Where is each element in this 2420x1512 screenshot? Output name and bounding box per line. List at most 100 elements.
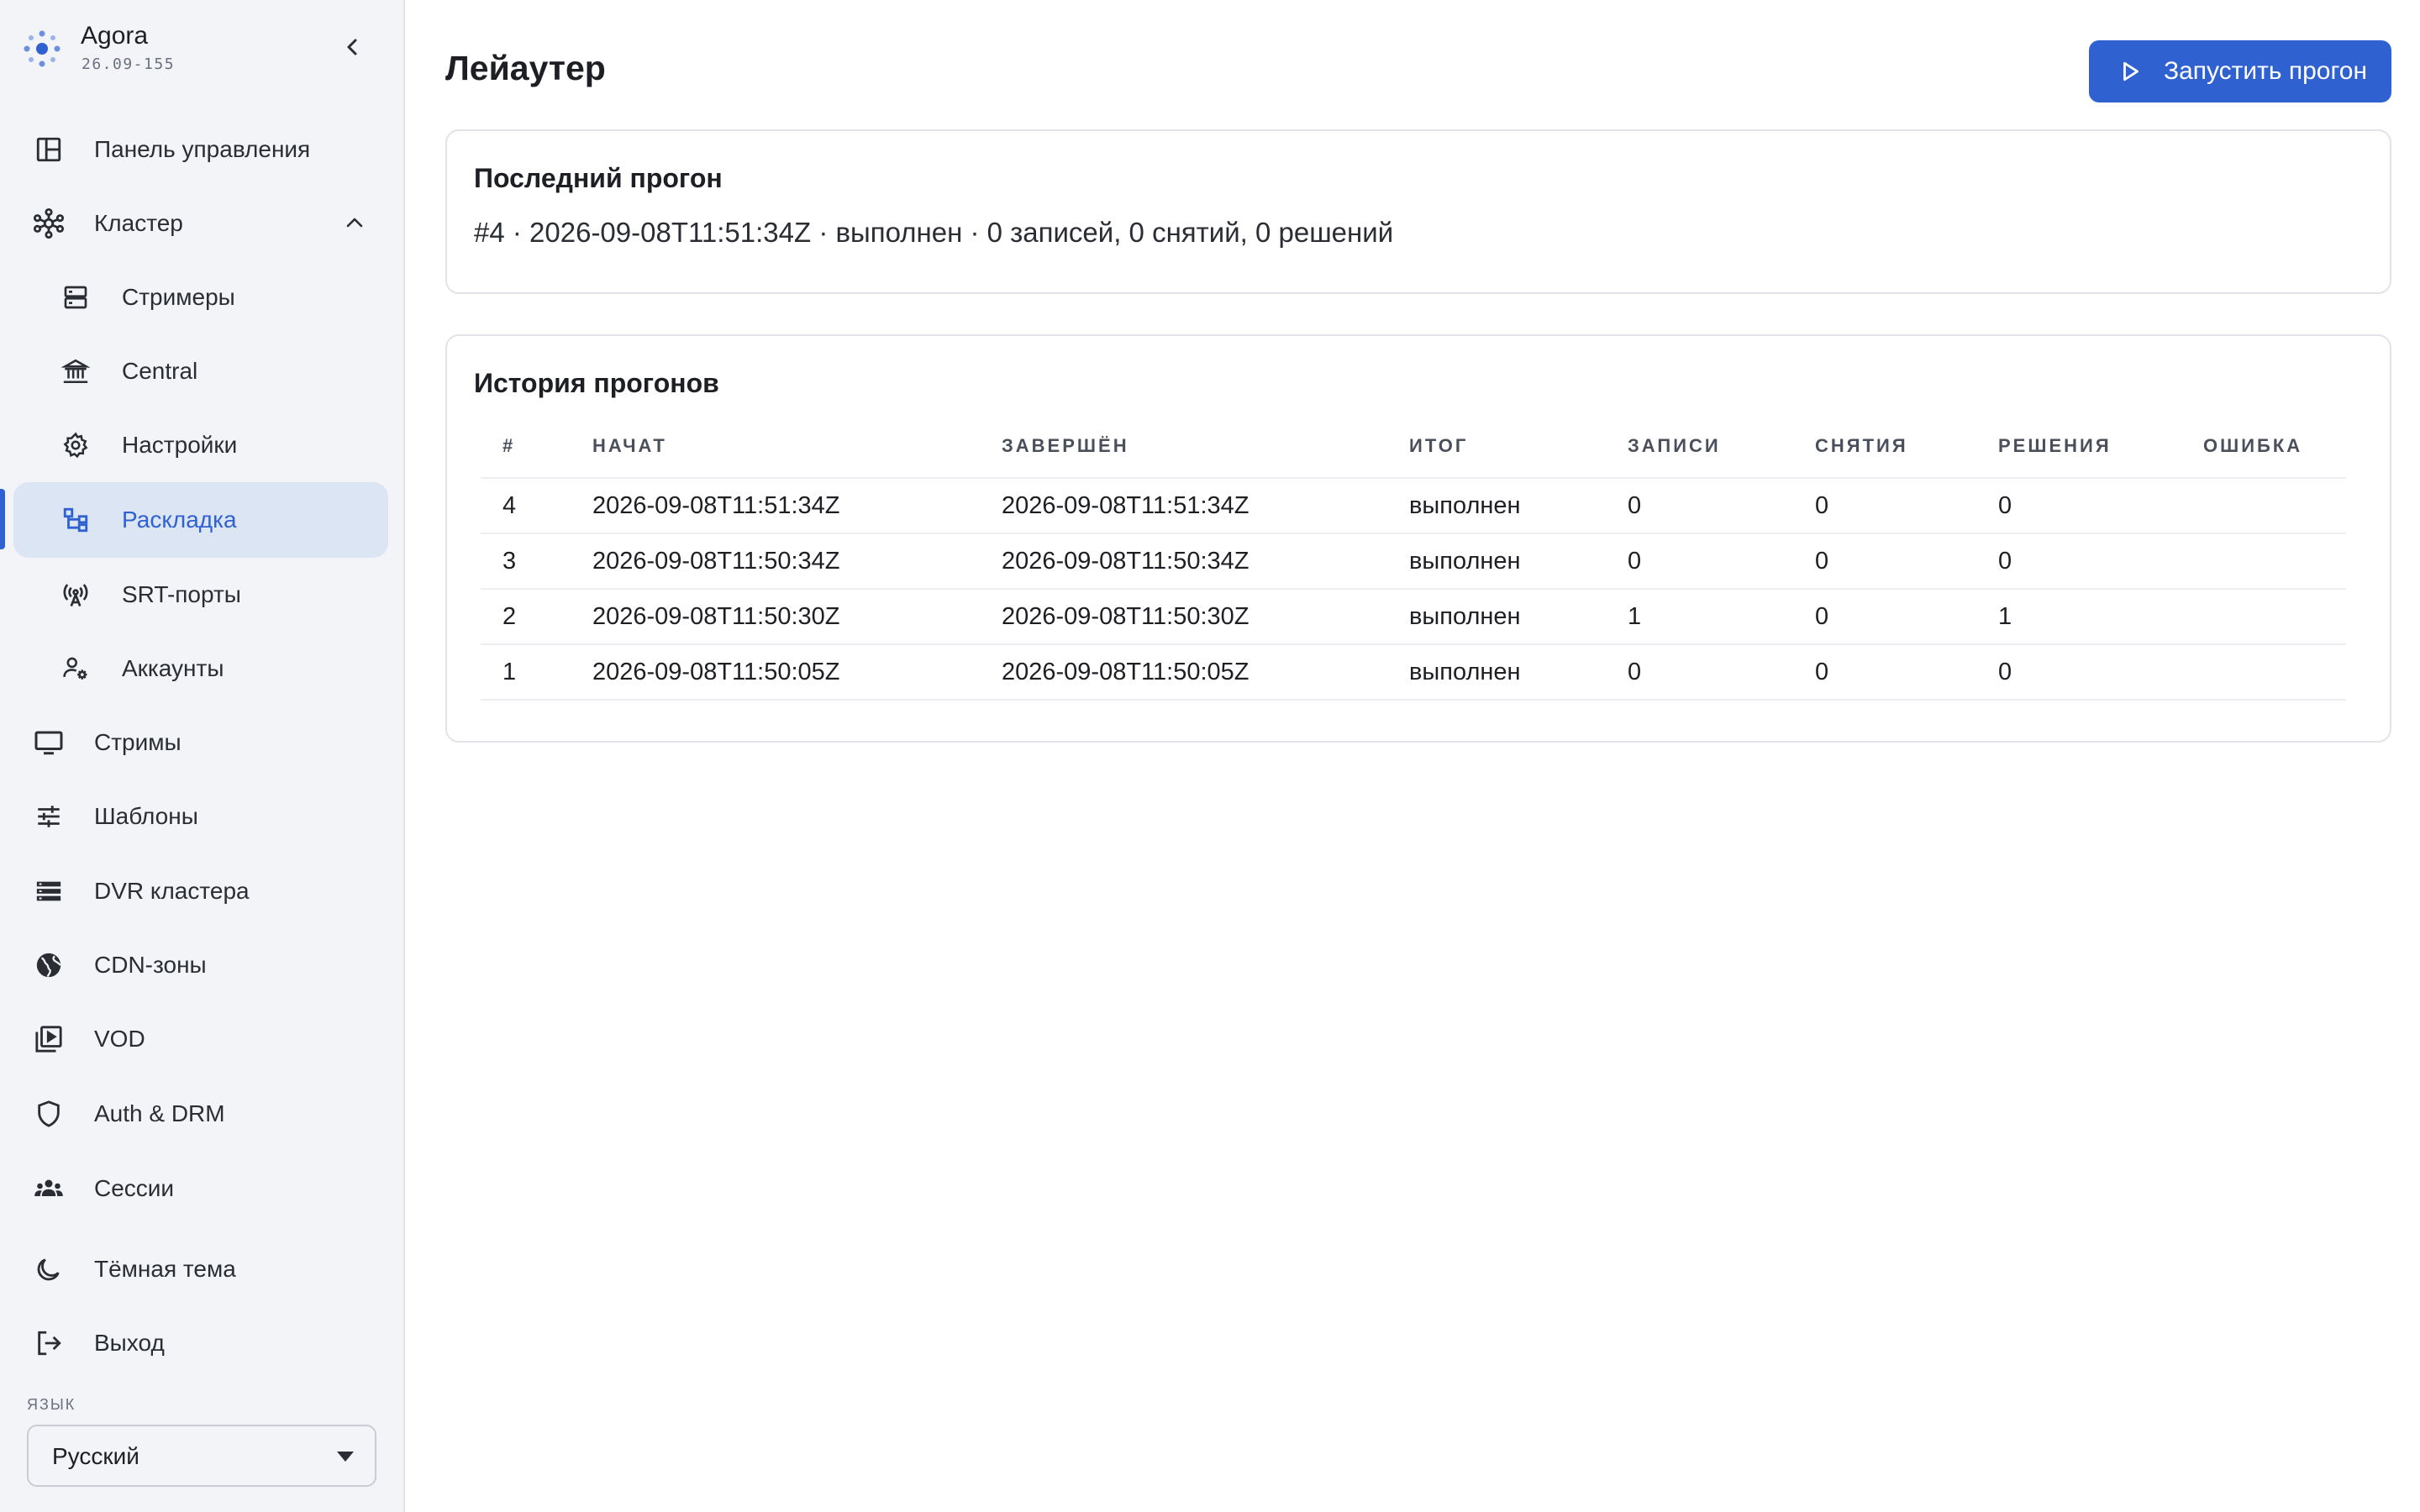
- table-row[interactable]: 4 2026-09-08T11:51:34Z 2026-09-08T11:51:…: [481, 479, 2346, 534]
- cell-removals: 0: [1815, 548, 1829, 575]
- language-select-value: Русский: [52, 1443, 139, 1469]
- gear-icon: [59, 428, 92, 462]
- cell-removals: 0: [1815, 492, 1829, 519]
- cell-number: 4: [502, 492, 517, 519]
- cell-records: 1: [1628, 603, 1642, 630]
- sliders-icon: [32, 800, 66, 833]
- sidebar-item-central[interactable]: Central: [13, 338, 388, 405]
- column-header-finished: ЗАВЕРШЁН: [1002, 435, 1129, 456]
- sidebar-item-layout[interactable]: Раскладка: [13, 482, 388, 558]
- sidebar-item-label: Стримеры: [122, 284, 235, 310]
- sidebar-item-label: Central: [122, 358, 198, 384]
- play-icon: [2123, 61, 2139, 81]
- users-icon: [32, 1172, 66, 1205]
- cell-finished: 2026-09-08T11:50:05Z: [1002, 659, 1249, 685]
- active-indicator: [0, 489, 5, 549]
- cell-started: 2026-09-08T11:50:05Z: [592, 659, 840, 685]
- agora-logo-icon: [24, 30, 60, 67]
- sidebar-item-label: Настройки: [122, 432, 238, 458]
- sidebar-item-vod[interactable]: VOD: [13, 1005, 392, 1073]
- start-run-button[interactable]: Запустить прогон: [2089, 40, 2391, 102]
- cell-finished: 2026-09-08T11:51:34Z: [1002, 492, 1249, 519]
- moon-icon: [32, 1252, 66, 1286]
- language-select[interactable]: Русский: [27, 1425, 376, 1487]
- sidebar-item-streamers[interactable]: Стримеры: [13, 264, 388, 331]
- collapse-sidebar-button[interactable]: [334, 29, 371, 66]
- page-title: Лейаутер: [445, 49, 606, 87]
- cell-started: 2026-09-08T11:50:34Z: [592, 548, 840, 575]
- cell-decisions: 1: [1998, 603, 2012, 630]
- sidebar-item-auth-drm[interactable]: Auth & DRM: [13, 1080, 392, 1147]
- cluster-icon: [32, 207, 66, 240]
- cell-decisions: 0: [1998, 548, 2012, 575]
- sidebar-item-label: Выход: [94, 1330, 165, 1356]
- sidebar-item-label: Шаблоны: [94, 803, 198, 829]
- column-header-records: ЗАПИСИ: [1628, 435, 1721, 456]
- run-history-title: История прогонов: [474, 368, 719, 398]
- table-row[interactable]: 2 2026-09-08T11:50:30Z 2026-09-08T11:50:…: [481, 590, 2346, 645]
- sidebar-item-dashboard[interactable]: Панель управления: [13, 116, 392, 183]
- sidebar-item-label: Кластер: [94, 210, 183, 236]
- brand: Agora 26.09-155: [20, 18, 373, 79]
- bank-icon: [59, 354, 92, 388]
- cell-result: выполнен: [1409, 603, 1521, 630]
- sidebar-item-label: CDN-зоны: [94, 952, 207, 978]
- dark-theme-toggle[interactable]: Тёмная тема: [13, 1236, 392, 1303]
- sidebar-item-templates[interactable]: Шаблоны: [13, 783, 392, 850]
- run-history-card: История прогонов # НАЧАТ ЗАВЕРШЁН ИТОГ З…: [445, 334, 2391, 743]
- sidebar-item-cluster[interactable]: Кластер: [13, 190, 392, 257]
- cell-number: 1: [502, 659, 517, 685]
- sidebar-item-settings[interactable]: Настройки: [13, 412, 388, 479]
- column-header-decisions: РЕШЕНИЯ: [1998, 435, 2112, 456]
- cell-number: 2: [502, 603, 517, 630]
- sidebar-item-label: Стримы: [94, 729, 182, 755]
- sidebar-item-streams[interactable]: Стримы: [13, 709, 392, 776]
- cell-removals: 0: [1815, 603, 1829, 630]
- storage-icon: [32, 874, 66, 908]
- column-header-error: ОШИБКА: [2203, 435, 2303, 456]
- sidebar-item-sessions[interactable]: Сессии: [13, 1155, 392, 1222]
- video-library-icon: [32, 1022, 66, 1056]
- cell-records: 0: [1628, 492, 1642, 519]
- column-header-number: #: [502, 435, 516, 456]
- sidebar-item-cdn-zones[interactable]: CDN-зоны: [13, 932, 392, 999]
- sidebar-item-label: Раскладка: [122, 507, 237, 533]
- sidebar-item-dvr[interactable]: DVR кластера: [13, 858, 392, 925]
- sidebar-item-accounts[interactable]: Аккаунты: [13, 635, 388, 702]
- cell-result: выполнен: [1409, 548, 1521, 575]
- column-header-result: ИТОГ: [1409, 435, 1469, 456]
- sidebar-item-label: Панель управления: [94, 136, 311, 162]
- sidebar-item-label: Auth & DRM: [94, 1100, 225, 1126]
- shield-icon: [32, 1097, 66, 1131]
- cell-result: выполнен: [1409, 659, 1521, 685]
- app-version: 26.09-155: [82, 55, 176, 73]
- caret-down-icon: [337, 1452, 354, 1462]
- language-label: ЯЗЫК: [27, 1396, 76, 1413]
- cell-decisions: 0: [1998, 659, 2012, 685]
- sidebar-item-label: SRT-порты: [122, 581, 241, 607]
- logout-button[interactable]: Выход: [13, 1310, 392, 1377]
- sidebar: Agora 26.09-155 Панель управления Класте…: [0, 0, 405, 1512]
- sidebar-item-label: Тёмная тема: [94, 1256, 236, 1282]
- start-run-label: Запустить прогон: [2163, 57, 2368, 85]
- cell-removals: 0: [1815, 659, 1829, 685]
- last-run-summary: #4 · 2026-09-08T11:51:34Z · выполнен · 0…: [474, 217, 1394, 248]
- sidebar-item-label: VOD: [94, 1026, 145, 1052]
- layout-tree-icon: [59, 503, 92, 537]
- last-run-card: Последний прогон #4 · 2026-09-08T11:51:3…: [445, 129, 2391, 294]
- server-icon: [59, 281, 92, 314]
- sidebar-item-srt-ports[interactable]: SRT-порты: [13, 561, 388, 628]
- user-gear-icon: [59, 652, 92, 685]
- cell-records: 0: [1628, 548, 1642, 575]
- column-header-started: НАЧАТ: [592, 435, 667, 456]
- cell-decisions: 0: [1998, 492, 2012, 519]
- antenna-icon: [59, 578, 92, 612]
- globe-icon: [32, 948, 66, 982]
- dashboard-icon: [32, 133, 66, 166]
- cell-started: 2026-09-08T11:51:34Z: [592, 492, 840, 519]
- table-row[interactable]: 3 2026-09-08T11:50:34Z 2026-09-08T11:50:…: [481, 534, 2346, 590]
- chevron-up-icon[interactable]: [338, 207, 371, 240]
- sidebar-item-label: Аккаунты: [122, 655, 224, 681]
- chevron-left-icon: [347, 39, 357, 55]
- table-row[interactable]: 1 2026-09-08T11:50:05Z 2026-09-08T11:50:…: [481, 645, 2346, 701]
